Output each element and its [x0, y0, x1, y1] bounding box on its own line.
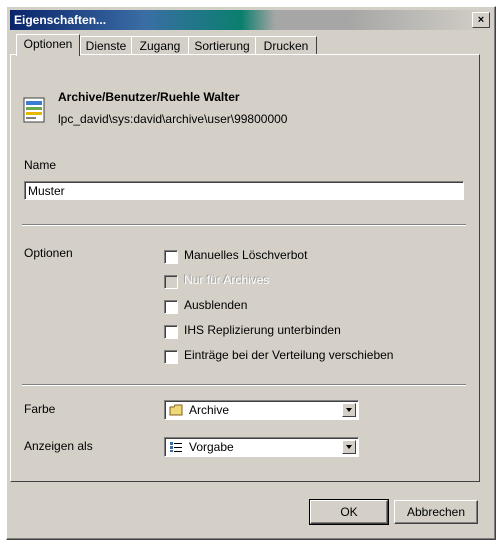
- farbe-label: Farbe: [24, 402, 56, 416]
- folder-icon: [169, 404, 183, 416]
- tab-zugang[interactable]: Zugang: [131, 36, 189, 55]
- checkbox-label-disabled: Nur für Archives: [184, 273, 270, 287]
- checkbox-ausblenden[interactable]: [164, 300, 178, 314]
- tab-label: Drucken: [263, 39, 309, 53]
- name-label: Name: [24, 158, 57, 172]
- checkbox-ihs-replizierung[interactable]: [164, 325, 178, 339]
- tab-label: Dienste: [85, 39, 127, 53]
- list-view-icon: [170, 442, 182, 452]
- object-path: lpc_david\sys:david\archive\user\9980000…: [58, 112, 288, 126]
- separator: [22, 384, 466, 386]
- chevron-down-icon[interactable]: [342, 403, 356, 417]
- checkbox-nur-fuer-archives: [164, 275, 178, 289]
- tab-optionen[interactable]: Optionen: [16, 34, 80, 56]
- cancel-button[interactable]: Abbrechen: [394, 500, 478, 524]
- tab-drucken[interactable]: Drucken: [255, 36, 317, 55]
- chevron-down-icon[interactable]: [342, 440, 356, 454]
- farbe-value: Archive: [189, 403, 230, 417]
- checkbox-label: Einträge bei der Verteilung verschieben: [184, 348, 394, 362]
- title-bar[interactable]: Eigenschaften... ×: [10, 10, 492, 30]
- checkbox-manuelles-loeschverbot[interactable]: [164, 250, 178, 264]
- checkbox-label: Ausblenden: [184, 298, 248, 312]
- farbe-dropdown[interactable]: Archive: [164, 400, 359, 420]
- window-title: Eigenschaften...: [14, 13, 107, 27]
- close-button[interactable]: ×: [472, 12, 490, 28]
- ok-button[interactable]: OK: [309, 499, 389, 525]
- tab-label: Sortierung: [194, 39, 250, 53]
- checkbox-eintraege-verschieben[interactable]: [164, 350, 178, 364]
- name-input[interactable]: Muster: [24, 181, 464, 200]
- document-icon: [23, 97, 45, 123]
- object-title: Archive/Benutzer/Ruehle Walter: [58, 90, 240, 104]
- anzeigen-value: Vorgabe: [189, 440, 234, 454]
- checkbox-label: Manuelles Löschverbot: [184, 248, 308, 262]
- options-label: Optionen: [24, 246, 73, 260]
- checkbox-label: IHS Replizierung unterbinden: [184, 323, 341, 337]
- tab-label: Optionen: [23, 37, 73, 51]
- separator: [22, 224, 466, 226]
- tab-label: Zugang: [139, 39, 181, 53]
- close-icon: ×: [477, 14, 485, 26]
- name-input-value: Muster: [28, 184, 65, 198]
- tab-sortierung[interactable]: Sortierung: [188, 36, 256, 55]
- tab-dienste[interactable]: Dienste: [80, 36, 132, 55]
- anzeigen-label: Anzeigen als: [24, 439, 93, 453]
- anzeigen-dropdown[interactable]: Vorgabe: [164, 437, 359, 457]
